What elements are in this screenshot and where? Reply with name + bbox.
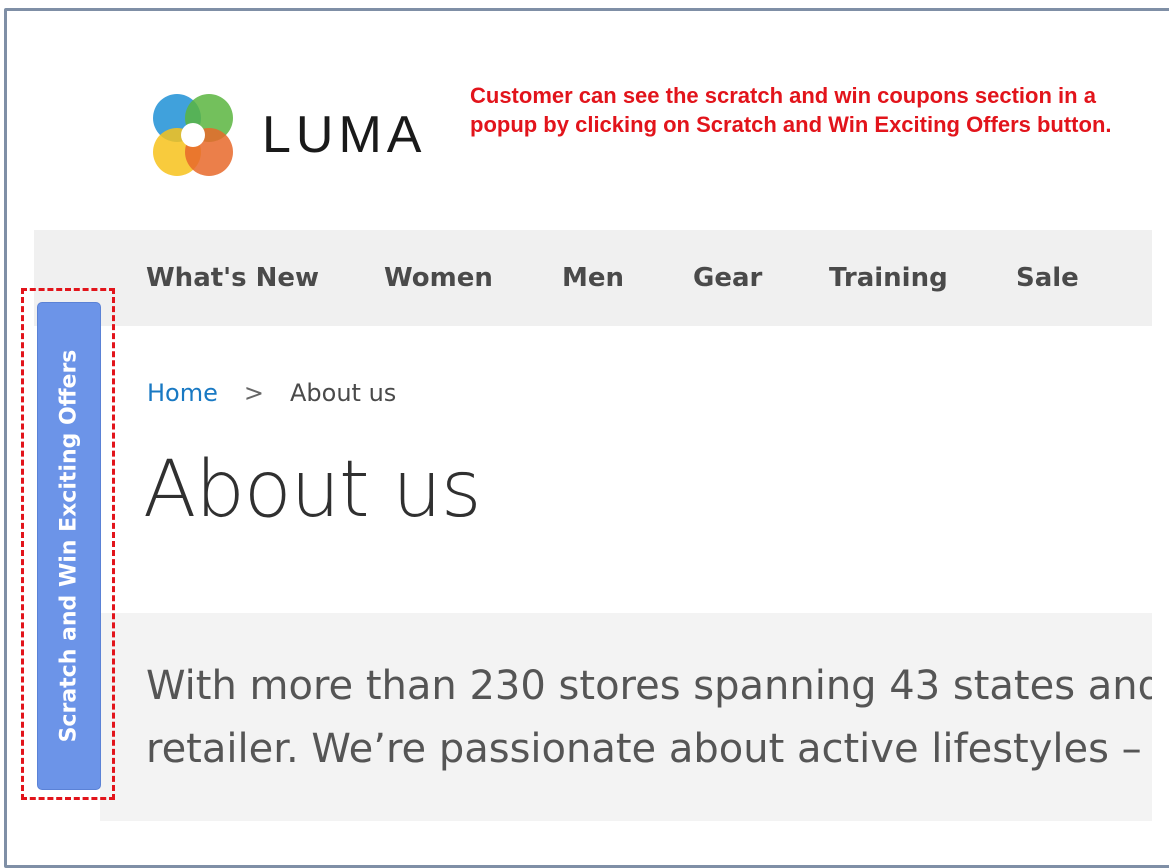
breadcrumb: Home > About us bbox=[147, 376, 396, 410]
nav-item-sale[interactable]: Sale bbox=[1016, 256, 1079, 300]
page-viewport: LUMA Customer can see the scratch and wi… bbox=[0, 0, 1152, 857]
page-title: About us bbox=[143, 445, 481, 535]
scratch-and-win-button[interactable]: Scratch and Win Exciting Offers bbox=[37, 302, 101, 790]
luma-logo-icon[interactable] bbox=[147, 92, 239, 180]
breadcrumb-home-link[interactable]: Home bbox=[147, 379, 218, 407]
breadcrumb-current: About us bbox=[289, 379, 397, 407]
body-text-line: With more than 230 stores spanning 43 st… bbox=[146, 663, 1152, 709]
body-text-line: retailer. We’re passionate about active … bbox=[146, 726, 1152, 772]
scratch-and-win-label: Scratch and Win Exciting Offers bbox=[56, 349, 82, 743]
breadcrumb-separator: > bbox=[243, 379, 264, 407]
nav-item-women[interactable]: Women bbox=[384, 256, 493, 300]
nav-item-men[interactable]: Men bbox=[562, 256, 624, 300]
annotation-note: Customer can see the scratch and win cou… bbox=[470, 83, 1112, 137]
logo-text[interactable]: LUMA bbox=[262, 103, 426, 167]
nav-item-whats-new[interactable]: What's New bbox=[146, 256, 319, 300]
nav-item-training[interactable]: Training bbox=[829, 256, 948, 300]
main-navigation: What's New Women Men Gear Training Sale bbox=[34, 230, 1152, 326]
nav-item-gear[interactable]: Gear bbox=[693, 256, 762, 300]
content-band bbox=[100, 613, 1152, 821]
